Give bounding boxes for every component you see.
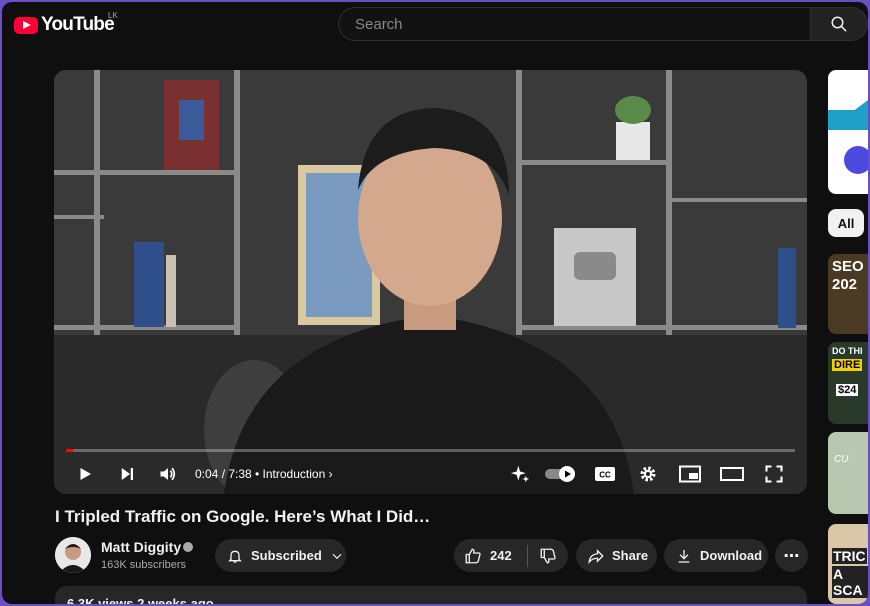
download-button[interactable]: Download — [664, 539, 768, 572]
play-icon — [80, 468, 91, 480]
sidebar-ad-card[interactable] — [828, 70, 868, 194]
next-button[interactable] — [113, 460, 141, 488]
ad-graphic — [828, 100, 868, 174]
share-label: Share — [612, 548, 649, 563]
thumb-text-3a: CU — [834, 454, 849, 465]
dislike-button[interactable] — [528, 547, 569, 565]
settings-button[interactable] — [634, 460, 662, 488]
thumb-text-2c: $24 — [836, 384, 859, 396]
theater-mode-button[interactable] — [718, 460, 746, 488]
bell-icon — [228, 550, 242, 563]
time-display: 0:04 / 7:38 — [195, 467, 252, 481]
sidebar-thumbnail-3[interactable]: CU — [828, 432, 868, 514]
video-title: I Tripled Traffic on Google. Here’s What… — [55, 507, 431, 526]
sparkle-icon — [510, 465, 530, 483]
channel-name[interactable]: Matt Diggity — [101, 539, 181, 555]
verified-badge-icon — [183, 542, 193, 552]
chapter-title[interactable]: • Introduction › — [255, 467, 333, 481]
thumb-text-2b: DIRE — [832, 359, 863, 371]
thumb-text-4b: A SCA — [832, 566, 868, 598]
filter-chip-all[interactable]: All — [828, 209, 864, 237]
miniplayer-button[interactable] — [676, 460, 704, 488]
closed-captions-icon: CC — [595, 467, 615, 481]
chevron-right-icon: › — [328, 467, 333, 481]
miniplayer-icon — [679, 465, 701, 483]
views-and-date: 6.3K views 2 weeks ago — [67, 596, 214, 604]
more-actions-button[interactable]: ⋯ — [775, 539, 808, 572]
thumbs-down-icon — [540, 548, 556, 563]
subscribed-label: Subscribed — [251, 548, 322, 563]
share-button[interactable]: Share — [576, 539, 657, 572]
chapter-label: Introduction — [262, 467, 326, 481]
fullscreen-icon — [765, 465, 783, 483]
volume-button[interactable] — [154, 460, 182, 488]
play-button[interactable] — [71, 460, 99, 488]
sidebar-thumbnail-4[interactable]: TRIC A SCA — [828, 524, 868, 604]
region-code: LK — [108, 11, 118, 20]
thumb-text-1a: SEO — [832, 258, 864, 275]
avatar-image — [55, 537, 91, 573]
like-dislike-group: 242 — [454, 539, 568, 572]
like-count: 242 — [490, 548, 512, 563]
thumb-text-2a: DO THI — [832, 346, 863, 356]
video-player[interactable]: 0:04 / 7:38 • Introduction › CC — [54, 70, 807, 494]
chevron-down-icon — [332, 553, 342, 559]
thumbs-up-icon — [465, 548, 481, 563]
thumb-text-4a: TRIC — [832, 548, 867, 564]
logo-text: YouTube — [41, 14, 115, 35]
thumb-text-1b: 202 — [832, 276, 858, 293]
chapter-separator: • — [255, 467, 260, 481]
youtube-logo-icon — [14, 16, 38, 34]
theater-mode-icon — [720, 467, 744, 481]
subscriber-count: 163K subscribers — [101, 559, 186, 571]
search-button[interactable] — [810, 7, 868, 41]
fullscreen-button[interactable] — [760, 460, 788, 488]
ai-sparkle-button[interactable] — [506, 460, 534, 488]
more-horizontal-icon: ⋯ — [783, 547, 800, 565]
search-input[interactable] — [353, 14, 810, 34]
like-button[interactable]: 242 — [454, 547, 527, 565]
search-box[interactable] — [338, 7, 810, 41]
captions-button[interactable]: CC — [591, 460, 619, 488]
sidebar-thumbnail-2[interactable]: DO THI DIRE $24 — [828, 342, 868, 424]
autoplay-toggle-icon — [545, 466, 575, 482]
progress-played — [66, 449, 73, 452]
subscribed-button[interactable]: Subscribed — [215, 539, 346, 572]
autoplay-toggle[interactable] — [544, 460, 578, 488]
youtube-logo[interactable]: YouTube LK — [14, 11, 118, 36]
gear-icon — [640, 466, 656, 482]
download-label: Download — [700, 548, 763, 563]
share-icon — [588, 548, 604, 564]
channel-avatar[interactable] — [55, 537, 91, 573]
video-frame — [54, 70, 807, 494]
volume-icon — [160, 467, 176, 481]
download-icon — [678, 549, 690, 563]
skip-next-icon — [121, 468, 133, 480]
svg-text:CC: CC — [599, 471, 611, 480]
player-controls: 0:04 / 7:38 • Introduction › CC — [54, 456, 807, 492]
description-box[interactable]: 6.3K views 2 weeks ago — [55, 586, 807, 604]
youtube-window: YouTube LK Search 0:04 / 7:38 • Introduc… — [2, 2, 868, 604]
sidebar-thumbnail-1[interactable]: SEO 202 — [828, 254, 868, 334]
progress-bar[interactable] — [66, 449, 795, 452]
search-icon — [831, 16, 847, 32]
